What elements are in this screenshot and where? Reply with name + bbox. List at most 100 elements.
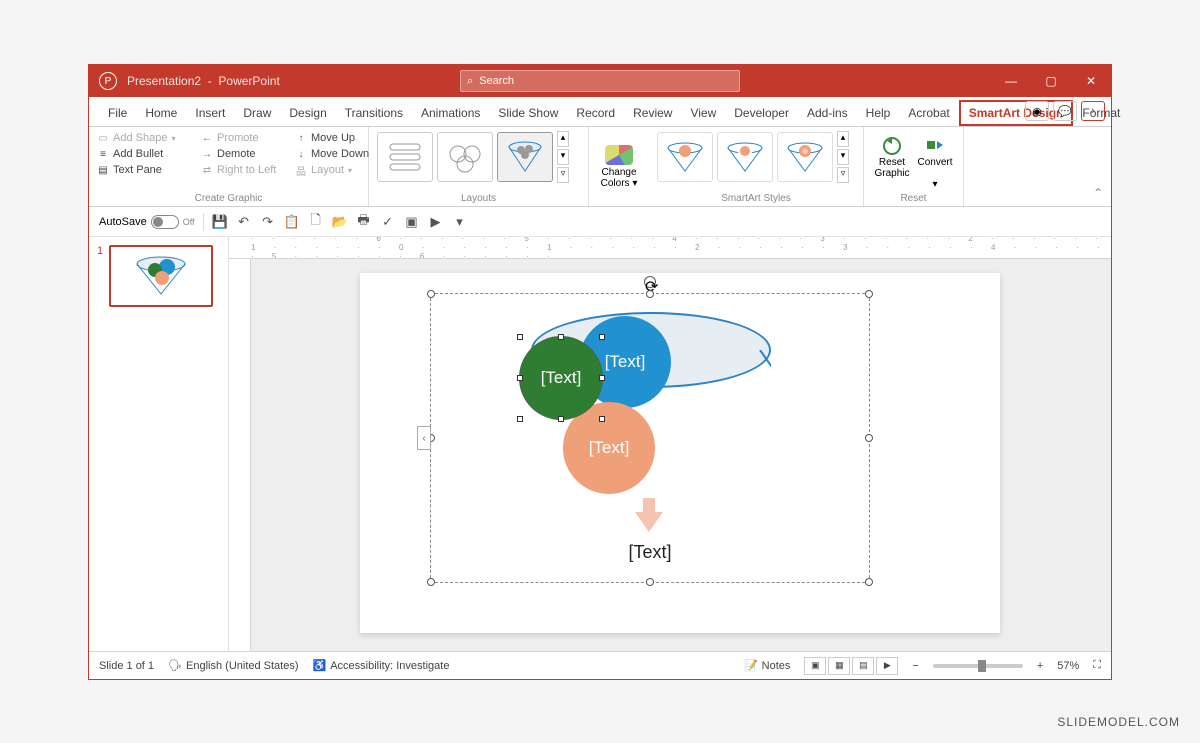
view-sorter-button[interactable]: ▦ (828, 657, 850, 675)
tab-draw[interactable]: Draw (234, 100, 280, 126)
open-button[interactable]: 📂 (332, 214, 348, 230)
slide-thumbnail-1[interactable] (109, 245, 213, 307)
move-down-button[interactable]: ↓Move Down (295, 147, 375, 161)
text-pane-toggle-arrow[interactable]: ‹ (417, 426, 431, 450)
right-to-left-button[interactable]: ⇄Right to Left (201, 163, 291, 177)
view-slideshow-button[interactable]: ▶ (876, 657, 898, 675)
maximize-button[interactable]: ▢ (1031, 65, 1071, 97)
collapse-ribbon-button[interactable]: ⌃ (1093, 186, 1103, 200)
style-option-1[interactable] (657, 132, 713, 182)
funnel-circle-green[interactable]: [Text] (519, 336, 603, 420)
tab-record[interactable]: Record (567, 100, 624, 126)
change-colors-button[interactable]: ChangeColors ▾ (589, 127, 649, 206)
layout-icon: 品 (295, 164, 307, 176)
view-reading-button[interactable]: ▤ (852, 657, 874, 675)
tab-file[interactable]: File (99, 100, 136, 126)
notes-button[interactable]: 📝 Notes (744, 659, 790, 672)
resize-handle-n[interactable] (646, 290, 654, 298)
shape-handle[interactable] (517, 334, 523, 340)
shape-handle[interactable] (517, 416, 523, 422)
promote-button[interactable]: ←Promote (201, 131, 291, 145)
convert-button[interactable]: Convert▾ (918, 135, 953, 190)
shape-handle[interactable] (558, 416, 564, 422)
resize-handle-sw[interactable] (427, 578, 435, 586)
styles-expand[interactable]: ▿ (837, 167, 849, 183)
style-option-3[interactable] (777, 132, 833, 182)
funnel-output-text[interactable]: [Text] (431, 542, 869, 563)
styles-scroll-up[interactable]: ▴ (837, 131, 849, 147)
shape-handle[interactable] (558, 334, 564, 340)
create-graphic-label: Create Graphic (97, 191, 360, 204)
view-normal-button[interactable]: ▣ (804, 657, 826, 675)
tab-transitions[interactable]: Transitions (336, 100, 412, 126)
zoom-slider[interactable] (933, 664, 1023, 668)
tab-view[interactable]: View (681, 100, 725, 126)
save-button[interactable]: 💾 (212, 214, 228, 230)
comments-button[interactable]: 💬 (1053, 101, 1077, 121)
rotation-handle[interactable]: ⟳ (644, 276, 656, 288)
resize-handle-se[interactable] (865, 578, 873, 586)
layout-option-1[interactable] (377, 132, 433, 182)
language-button[interactable]: 🗣 English (United States) (168, 659, 298, 672)
tab-help[interactable]: Help (857, 100, 900, 126)
spellcheck-button[interactable]: ✓ (380, 214, 396, 230)
reset-graphic-button[interactable]: ResetGraphic (874, 135, 909, 190)
tab-acrobat[interactable]: Acrobat (899, 100, 958, 126)
vertical-ruler (229, 259, 251, 651)
shape-handle[interactable] (599, 416, 605, 422)
resize-handle-ne[interactable] (865, 290, 873, 298)
print-button[interactable]: 🖶 (356, 214, 372, 230)
style-option-2[interactable] (717, 132, 773, 182)
shape-handle[interactable] (517, 375, 523, 381)
layouts-expand[interactable]: ▿ (557, 167, 569, 183)
resize-handle-s[interactable] (646, 578, 654, 586)
layout-button[interactable]: 品Layout ▾ (295, 163, 375, 177)
zoom-level[interactable]: 57% (1057, 660, 1079, 672)
layouts-scroll-up[interactable]: ▴ (557, 131, 569, 147)
minimize-button[interactable]: — (991, 65, 1031, 97)
autosave-toggle[interactable] (151, 215, 179, 229)
undo-button[interactable]: ↶ (236, 214, 252, 230)
close-button[interactable]: ✕ (1071, 65, 1111, 97)
tab-home[interactable]: Home (136, 100, 186, 126)
resize-handle-nw[interactable] (427, 290, 435, 298)
layouts-scroll-down[interactable]: ▾ (557, 149, 569, 165)
present-button[interactable]: ▣ (404, 214, 420, 230)
add-shape-button[interactable]: ▭Add Shape ▾ (97, 131, 197, 145)
funnel-arrow-icon (635, 512, 663, 532)
tab-insert[interactable]: Insert (186, 100, 234, 126)
shape-handle[interactable] (599, 375, 605, 381)
ribbon-overflow-button[interactable]: › (1081, 101, 1105, 121)
ribbon-tabs: File Home Insert Draw Design Transitions… (89, 97, 1111, 127)
redo-button[interactable]: ↷ (260, 214, 276, 230)
tab-developer[interactable]: Developer (725, 100, 798, 126)
search-box[interactable]: ⌕ Search (460, 70, 740, 92)
new-file-button[interactable]: 🗋 (308, 214, 324, 230)
slide-thumbnails-panel: 1 (89, 237, 229, 651)
text-pane-button[interactable]: ▤Text Pane (97, 163, 197, 177)
resize-handle-e[interactable] (865, 434, 873, 442)
tab-review[interactable]: Review (624, 100, 681, 126)
move-up-button[interactable]: ↑Move Up (295, 131, 375, 145)
qat-customize[interactable]: ▾ (452, 214, 468, 230)
slideshow-button[interactable]: ▶ (428, 214, 444, 230)
smartart-selection-box[interactable]: ⟳ ‹ [Text] (430, 293, 870, 583)
zoom-in-button[interactable]: + (1037, 660, 1043, 672)
tab-design[interactable]: Design (280, 100, 335, 126)
tab-addins[interactable]: Add-ins (798, 100, 857, 126)
layout-option-2[interactable] (437, 132, 493, 182)
demote-button[interactable]: →Demote (201, 147, 291, 161)
paste-button[interactable]: 📋 (284, 214, 300, 230)
shape-handle[interactable] (599, 334, 605, 340)
layout-option-3[interactable] (497, 132, 553, 182)
add-bullet-button[interactable]: ≡Add Bullet (97, 147, 197, 161)
accessibility-button[interactable]: ♿ Accessibility: Investigate (313, 659, 450, 672)
zoom-out-button[interactable]: − (912, 660, 918, 672)
record-indicator-button[interactable]: ◉ (1025, 101, 1049, 121)
tab-animations[interactable]: Animations (412, 100, 489, 126)
fit-to-window-button[interactable]: ⛶ (1093, 659, 1101, 672)
slide-canvas[interactable]: ⟳ ‹ [Text] (360, 273, 1000, 633)
tab-slideshow[interactable]: Slide Show (489, 100, 567, 126)
slide-indicator[interactable]: Slide 1 of 1 (99, 660, 154, 672)
styles-scroll-down[interactable]: ▾ (837, 149, 849, 165)
